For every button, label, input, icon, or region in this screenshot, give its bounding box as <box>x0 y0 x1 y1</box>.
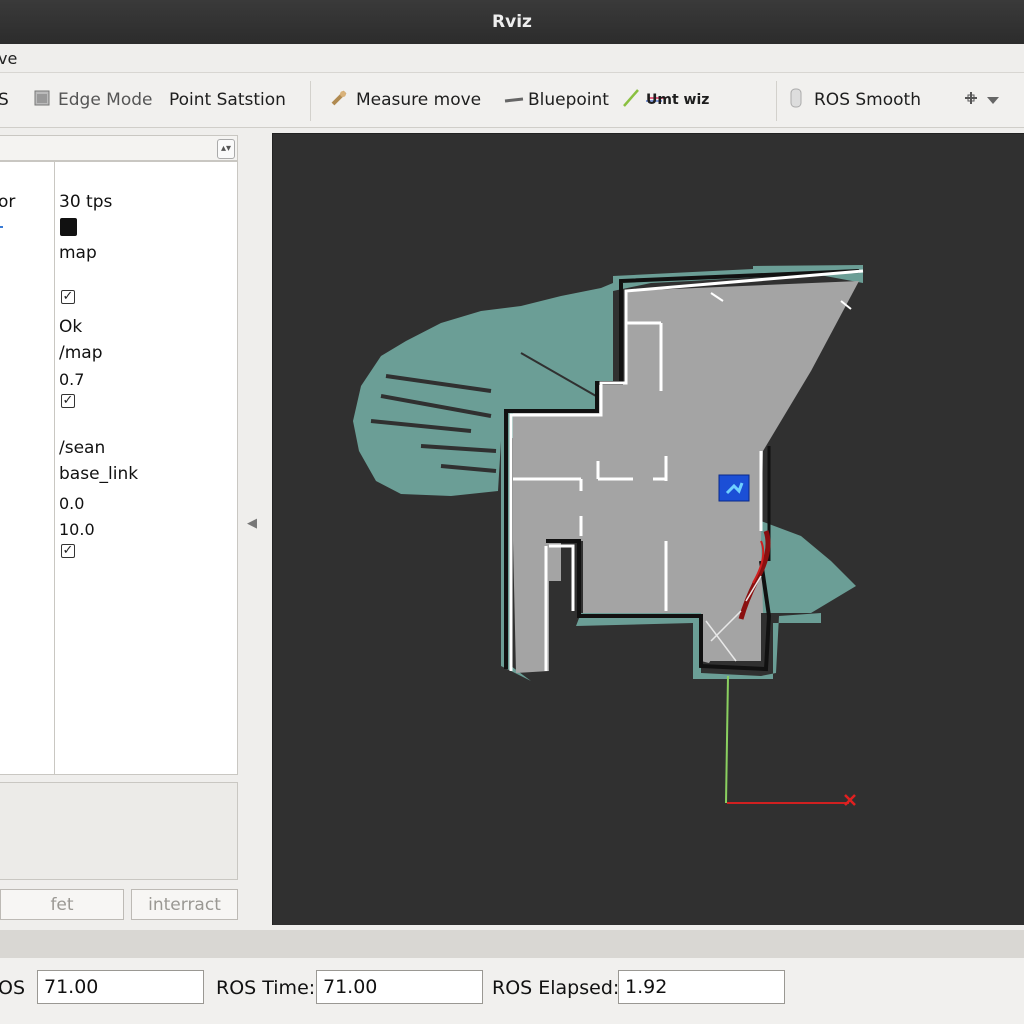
line-icon <box>504 90 524 110</box>
panel-header: ▴▾ <box>0 135 238 161</box>
toolbar: S Edge Mode Point Satstion Measure move … <box>0 73 1024 128</box>
property-value-topic[interactable]: /map <box>59 343 103 363</box>
map-canvas[interactable] <box>273 134 1024 926</box>
square-icon <box>34 90 50 111</box>
ros-time-label: ROS Time: <box>216 977 316 999</box>
spin-arrows-icon[interactable]: ▴▾ <box>217 139 235 159</box>
tool-bluepoint[interactable]: Bluepoint <box>504 73 609 127</box>
column-divider <box>54 162 55 774</box>
window-title: Rviz <box>0 0 1024 44</box>
checkbox[interactable]: ✓ <box>61 394 75 408</box>
color-swatch[interactable] <box>60 218 77 236</box>
selection-marker <box>0 226 3 228</box>
tool-ros-smooth[interactable]: ROS Smooth <box>790 73 921 127</box>
properties-tree: or 30 tps map ✓ Ok /map 0.7 ✓ /sean base… <box>0 161 238 775</box>
property-value-offset[interactable]: 0.0 <box>59 494 84 513</box>
render-viewport[interactable] <box>272 133 1024 925</box>
toolbar-separator <box>310 81 311 121</box>
checkbox[interactable]: ✓ <box>61 290 75 304</box>
move-icon <box>964 90 978 110</box>
property-value-link[interactable]: base_link <box>59 464 138 484</box>
property-value-status: Ok <box>59 317 83 337</box>
interact-button[interactable]: interract <box>131 889 238 920</box>
robot-marker[interactable] <box>718 474 750 502</box>
chevron-down-icon <box>986 90 1000 110</box>
tool-unit-wiz[interactable]: Umt wiz <box>622 73 709 127</box>
ruler-icon <box>330 89 348 112</box>
tool-point-station[interactable]: Point Satstion <box>169 73 286 127</box>
ros-elapsed-field[interactable] <box>618 970 785 1004</box>
property-value-alpha[interactable]: 0.7 <box>59 370 84 389</box>
ros-elapsed-label: ROS Elapsed: <box>492 977 620 999</box>
property-value-fps[interactable]: 30 tps <box>59 192 112 212</box>
property-value-namespace[interactable]: /sean <box>59 438 105 458</box>
status-bar <box>0 930 1024 958</box>
property-value-size[interactable]: 10.0 <box>59 520 95 539</box>
set-button[interactable]: fet <box>0 889 124 920</box>
ros-wall-field[interactable] <box>37 970 204 1004</box>
tool-measure-move[interactable]: Measure move <box>330 73 481 127</box>
axes-indicator <box>725 675 856 806</box>
ros-label: OS <box>0 977 26 999</box>
tool-edge-mode[interactable]: Edge Mode <box>34 73 153 127</box>
property-value-frame[interactable]: map <box>59 243 97 263</box>
tool-truncated[interactable]: S <box>0 73 9 127</box>
collapse-arrow-icon[interactable]: ◀ <box>247 516 257 531</box>
checkbox[interactable]: ✓ <box>61 544 75 558</box>
ros-time-field[interactable] <box>316 970 483 1004</box>
menu-item[interactable]: ve <box>0 49 17 68</box>
property-name: or <box>0 192 16 212</box>
menu-bar: ve <box>0 44 1024 73</box>
toolbar-overflow-button[interactable] <box>964 73 1000 127</box>
description-area <box>0 782 238 880</box>
toolbar-separator <box>776 81 777 121</box>
cylinder-icon <box>790 88 802 113</box>
